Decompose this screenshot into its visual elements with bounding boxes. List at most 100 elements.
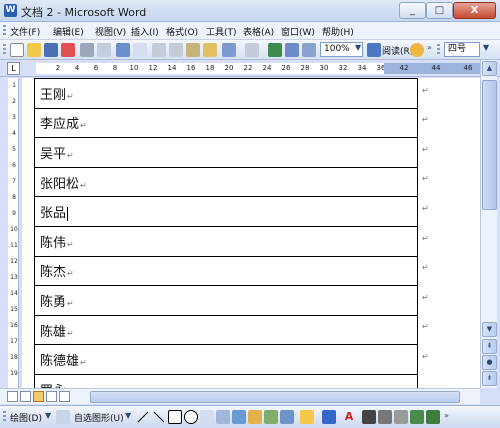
scroll-up-arrow-icon[interactable]: ▲ bbox=[482, 61, 497, 76]
text-box-icon[interactable] bbox=[200, 410, 214, 424]
arrow-icon[interactable] bbox=[152, 410, 166, 424]
word-app-icon[interactable]: W bbox=[4, 4, 17, 17]
name-table[interactable]: 王刚↵ 李应成↵ 吴平↵ 张阳松↵ 张品 陈伟↵ 陈杰↵ 陈勇↵ 陈雄↵ 陈德雄… bbox=[34, 78, 418, 388]
format-toolbar-grip[interactable] bbox=[437, 44, 440, 56]
menu-window[interactable]: 窗口(W) bbox=[281, 25, 315, 38]
table-cell[interactable]: 罗永↵ bbox=[34, 373, 418, 388]
dash-style-icon[interactable] bbox=[378, 410, 392, 424]
horizontal-scroll-thumb[interactable] bbox=[90, 391, 460, 403]
vertical-ruler[interactable]: 1 2 3 4 5 6 7 8 9 10 11 12 13 14 15 16 1… bbox=[8, 78, 19, 388]
save-icon[interactable] bbox=[44, 43, 58, 57]
menu-edit[interactable]: 编辑(E) bbox=[53, 25, 84, 38]
menu-format[interactable]: 格式(O) bbox=[166, 25, 198, 38]
title-bar: W 文档 2 - Microsoft Word _ □ X bbox=[0, 0, 500, 22]
vertical-scroll-thumb[interactable] bbox=[482, 80, 497, 210]
drawing-toolbar-options-icon[interactable]: » bbox=[444, 411, 449, 420]
tab-selector[interactable]: L bbox=[7, 62, 20, 75]
vertical-scrollbar[interactable]: ▲ ▼ ⇞ ● ⇟ bbox=[480, 60, 497, 388]
arrow-style-icon[interactable] bbox=[394, 410, 408, 424]
table-cell[interactable]: 张品 bbox=[34, 196, 418, 227]
read-mode-icon[interactable] bbox=[367, 43, 381, 57]
table-cell[interactable]: 陈伟↵ bbox=[34, 225, 418, 257]
scroll-down-arrow-icon[interactable]: ▼ bbox=[482, 322, 497, 337]
new-document-icon[interactable] bbox=[10, 43, 24, 57]
outline-view-icon[interactable] bbox=[46, 391, 57, 402]
draw-menu-arrow-icon[interactable]: ▼ bbox=[45, 411, 51, 420]
cut-icon[interactable] bbox=[152, 43, 166, 57]
table-cell[interactable]: 陈德雄↵ bbox=[34, 344, 418, 375]
table-cell[interactable]: 王刚↵ bbox=[34, 78, 418, 109]
normal-view-icon[interactable] bbox=[7, 391, 18, 402]
table-cell[interactable]: 张阳松↵ bbox=[34, 166, 418, 198]
menu-insert[interactable]: 插入(I) bbox=[131, 25, 159, 38]
hyperlink-icon[interactable] bbox=[268, 43, 282, 57]
research-icon[interactable] bbox=[133, 43, 147, 57]
table-cell[interactable]: 陈雄↵ bbox=[34, 314, 418, 346]
permission-icon[interactable] bbox=[61, 43, 75, 57]
toolbar-options-icon[interactable]: » bbox=[427, 43, 432, 52]
read-button[interactable]: 阅读(R) bbox=[382, 44, 413, 57]
clip-art-icon[interactable] bbox=[264, 410, 278, 424]
spelling-icon[interactable] bbox=[116, 43, 130, 57]
rectangle-icon[interactable] bbox=[168, 410, 182, 424]
wordart-icon[interactable] bbox=[232, 410, 246, 424]
open-folder-icon[interactable] bbox=[27, 43, 41, 57]
row-end-mark-icon: ↵ bbox=[422, 115, 429, 124]
draw-menu-button[interactable]: 绘图(D) bbox=[10, 411, 42, 424]
maximize-button[interactable]: □ bbox=[426, 2, 453, 19]
oval-icon[interactable] bbox=[184, 410, 198, 424]
copy-icon[interactable] bbox=[169, 43, 183, 57]
print-preview-icon[interactable] bbox=[97, 43, 111, 57]
menu-tools[interactable]: 工具(T) bbox=[206, 25, 237, 38]
select-objects-icon[interactable] bbox=[56, 410, 70, 424]
select-browse-object-icon[interactable]: ● bbox=[482, 355, 497, 370]
format-painter-icon[interactable] bbox=[203, 43, 217, 57]
menu-help[interactable]: 帮助(H) bbox=[322, 25, 354, 38]
paste-icon[interactable] bbox=[186, 43, 200, 57]
line-style-icon[interactable] bbox=[362, 410, 376, 424]
toolbar-grip[interactable] bbox=[3, 44, 6, 56]
ruler-mark: 18 bbox=[205, 64, 215, 72]
shadow-style-icon[interactable] bbox=[410, 410, 424, 424]
undo-icon[interactable] bbox=[222, 43, 236, 57]
drawing-toolbar-grip[interactable] bbox=[3, 411, 6, 423]
menu-file[interactable]: 文件(F) bbox=[10, 25, 40, 38]
document-page[interactable]: 王刚↵ 李应成↵ 吴平↵ 张阳松↵ 张品 陈伟↵ 陈杰↵ 陈勇↵ 陈雄↵ 陈德雄… bbox=[22, 78, 480, 388]
insert-picture-icon[interactable] bbox=[280, 410, 294, 424]
menu-grip[interactable] bbox=[3, 25, 6, 37]
menu-table[interactable]: 表格(A) bbox=[243, 25, 274, 38]
redo-icon[interactable] bbox=[245, 43, 259, 57]
menu-view[interactable]: 视图(V) bbox=[95, 25, 126, 38]
line-icon[interactable] bbox=[136, 410, 150, 424]
autoshapes-button[interactable]: 自选图形(U) bbox=[74, 411, 124, 424]
ruler-mark: 32 bbox=[338, 64, 348, 72]
print-icon[interactable] bbox=[80, 43, 94, 57]
previous-page-icon[interactable]: ⇞ bbox=[482, 339, 497, 354]
font-size-select[interactable]: 四号 bbox=[444, 42, 480, 57]
3d-style-icon[interactable] bbox=[426, 410, 440, 424]
help-assistant-icon[interactable] bbox=[410, 43, 424, 57]
reading-layout-view-icon[interactable] bbox=[59, 391, 70, 402]
fill-color-icon[interactable] bbox=[300, 410, 314, 424]
vertical-text-box-icon[interactable] bbox=[216, 410, 230, 424]
font-color-icon[interactable]: A bbox=[342, 410, 356, 424]
insert-table-icon[interactable] bbox=[302, 43, 316, 57]
autoshapes-arrow-icon[interactable]: ▼ bbox=[125, 411, 131, 420]
minimize-button[interactable]: _ bbox=[399, 2, 426, 19]
print-layout-view-icon[interactable] bbox=[33, 391, 44, 402]
web-layout-view-icon[interactable] bbox=[20, 391, 31, 402]
next-page-icon[interactable]: ⇟ bbox=[482, 371, 497, 386]
font-size-dropdown-arrow-icon[interactable]: ▼ bbox=[483, 43, 489, 52]
table-cell[interactable]: 李应成↵ bbox=[34, 107, 418, 139]
tables-borders-icon[interactable] bbox=[285, 43, 299, 57]
table-cell[interactable]: 吴平↵ bbox=[34, 137, 418, 168]
close-button[interactable]: X bbox=[453, 2, 496, 19]
diagram-icon[interactable] bbox=[248, 410, 262, 424]
table-cell[interactable]: 陈勇↵ bbox=[34, 285, 418, 316]
vruler-mark: 17 bbox=[10, 338, 18, 345]
zoom-dropdown-arrow-icon[interactable]: ▼ bbox=[355, 43, 361, 52]
line-color-icon[interactable] bbox=[322, 410, 336, 424]
table-cell[interactable]: 陈杰↵ bbox=[34, 255, 418, 287]
cell-text: 陈伟 bbox=[40, 235, 67, 251]
row-end-mark-icon: ↵ bbox=[422, 352, 429, 361]
